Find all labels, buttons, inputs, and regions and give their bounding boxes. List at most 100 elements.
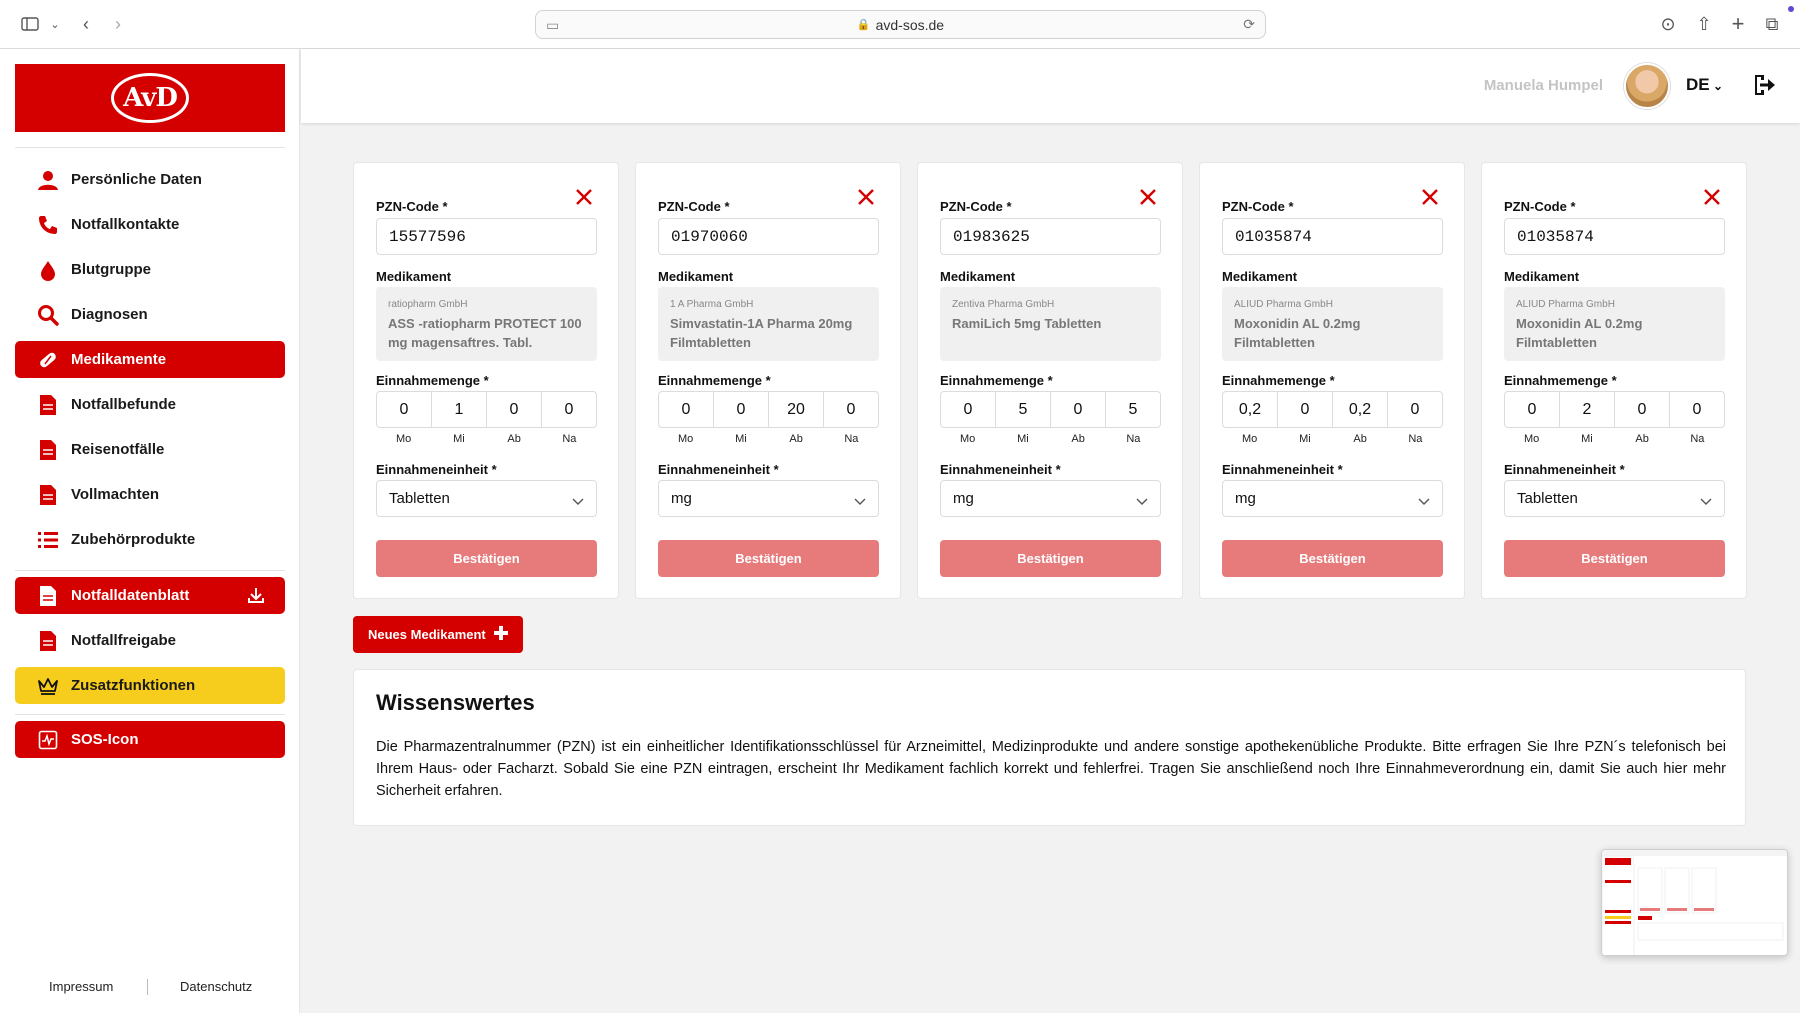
amount-morning-input[interactable]: 0 xyxy=(659,392,714,427)
amount-morning-input[interactable]: 0 xyxy=(377,392,432,427)
close-icon[interactable] xyxy=(1138,187,1158,207)
amount-night-input[interactable]: 0 xyxy=(1670,392,1724,427)
confirm-button[interactable]: Bestätigen xyxy=(1222,540,1443,577)
amount-morning-input[interactable]: 0,2 xyxy=(1223,392,1278,427)
amount-night-input[interactable]: 0 xyxy=(1388,392,1442,427)
einnahmemenge-label: Einnahmemenge * xyxy=(376,373,489,388)
day-labels: Mo Mi Ab Na xyxy=(376,433,597,445)
pzn-label: PZN-Code * xyxy=(1504,199,1576,214)
avatar[interactable] xyxy=(1624,63,1670,109)
sidebar-item-notfallbefunde[interactable]: Notfallbefunde xyxy=(15,386,285,423)
pzn-input[interactable] xyxy=(1504,218,1725,255)
pzn-input[interactable] xyxy=(1222,218,1443,255)
sidebar-item-label: Reisenotfälle xyxy=(71,441,165,458)
medication-info: Zentiva Pharma GmbH RamiLich 5mg Tablett… xyxy=(940,287,1161,361)
new-medication-button[interactable]: Neues Medikament xyxy=(353,616,523,653)
confirm-button[interactable]: Bestätigen xyxy=(940,540,1161,577)
unit-select[interactable]: mg xyxy=(1222,480,1443,517)
amount-night-input[interactable]: 0 xyxy=(542,392,596,427)
document-icon xyxy=(35,392,61,418)
amount-inputs: 0,2 0 0,2 0 xyxy=(1222,391,1443,428)
forward-icon[interactable]: › xyxy=(106,12,130,36)
amount-inputs: 0 1 0 0 xyxy=(376,391,597,428)
impressum-link[interactable]: Impressum xyxy=(49,979,113,994)
chevron-down-icon xyxy=(854,493,866,510)
day-label: Mi xyxy=(1017,433,1029,445)
datenschutz-link[interactable]: Datenschutz xyxy=(180,979,252,994)
sidebar-item-label: Vollmachten xyxy=(71,486,160,503)
unit-select[interactable]: mg xyxy=(940,480,1161,517)
day-labels: Mo Mi Ab Na xyxy=(1222,433,1443,445)
sidebar-item-zubehoerprodukte[interactable]: Zubehörprodukte xyxy=(15,521,285,558)
einnahmeeinheit-label: Einnahmeneinheit * xyxy=(1504,462,1625,477)
logo[interactable]: AvD xyxy=(15,64,285,132)
unit-value: mg xyxy=(1235,490,1256,507)
amount-midday-input[interactable]: 5 xyxy=(996,392,1051,427)
share-icon[interactable]: ⇧ xyxy=(1692,12,1716,36)
unit-select[interactable]: mg xyxy=(658,480,879,517)
close-icon[interactable] xyxy=(856,187,876,207)
amount-evening-input[interactable]: 0,2 xyxy=(1333,392,1388,427)
pzn-input[interactable] xyxy=(940,218,1161,255)
document-icon xyxy=(35,482,61,508)
chevron-down-icon xyxy=(572,493,584,510)
tabs-overview-icon[interactable]: ⧉ xyxy=(1760,12,1784,36)
confirm-button[interactable]: Bestätigen xyxy=(1504,540,1725,577)
divider xyxy=(15,570,285,571)
medikament-label: Medikament xyxy=(376,269,452,284)
language-selector[interactable]: DE ⌄ xyxy=(1686,75,1723,95)
einnahmeeinheit-label: Einnahmeneinheit * xyxy=(376,462,497,477)
amount-evening-input[interactable]: 0 xyxy=(1051,392,1106,427)
manufacturer: Zentiva Pharma GmbH xyxy=(952,299,1055,310)
sidebar-toggle-icon[interactable] xyxy=(18,12,42,36)
amount-midday-input[interactable]: 0 xyxy=(714,392,769,427)
close-icon[interactable] xyxy=(1420,187,1440,207)
sidebar-item-zusatzfunktionen[interactable]: Zusatzfunktionen xyxy=(15,667,285,704)
medication-name: Moxonidin AL 0.2mg Filmtabletten xyxy=(1516,316,1643,350)
amount-morning-input[interactable]: 0 xyxy=(941,392,996,427)
sidebar-item-label: Zusatzfunktionen xyxy=(71,677,196,694)
medication-info: ALIUD Pharma GmbH Moxonidin AL 0.2mg Fil… xyxy=(1222,287,1443,361)
sidebar-item-notfalldatenblatt[interactable]: Notfalldatenblatt xyxy=(15,577,285,614)
download-icon[interactable] xyxy=(247,586,265,608)
amount-midday-input[interactable]: 1 xyxy=(432,392,487,427)
list-icon xyxy=(35,527,61,553)
sidebar-item-notfallfreigabe[interactable]: Notfallfreigabe xyxy=(15,622,285,659)
sidebar-item-sos-icon[interactable]: SOS-Icon xyxy=(15,721,285,758)
close-icon[interactable] xyxy=(574,187,594,207)
unit-select[interactable]: Tabletten xyxy=(376,480,597,517)
pzn-input[interactable] xyxy=(376,218,597,255)
sidebar-item-label: Notfallfreigabe xyxy=(71,632,177,649)
amount-morning-input[interactable]: 0 xyxy=(1505,392,1560,427)
reload-icon[interactable]: ⟳ xyxy=(1243,16,1255,33)
amount-night-input[interactable]: 0 xyxy=(824,392,878,427)
sidebar-item-diagnosen[interactable]: Diagnosen xyxy=(15,296,285,333)
close-icon[interactable] xyxy=(1702,187,1722,207)
sidebar-item-notfallkontakte[interactable]: Notfallkontakte xyxy=(15,206,285,243)
download-icon[interactable]: ⊙ xyxy=(1656,12,1680,36)
address-bar[interactable]: ▭ 🔒 avd-sos.de ⟳ xyxy=(535,10,1266,39)
sos-icon xyxy=(35,727,61,753)
amount-midday-input[interactable]: 0 xyxy=(1278,392,1333,427)
manufacturer: ALIUD Pharma GmbH xyxy=(1234,299,1333,310)
back-icon[interactable]: ‹ xyxy=(74,12,98,36)
unit-select[interactable]: Tabletten xyxy=(1504,480,1725,517)
confirm-button[interactable]: Bestätigen xyxy=(658,540,879,577)
amount-evening-input[interactable]: 20 xyxy=(769,392,824,427)
confirm-button[interactable]: Bestätigen xyxy=(376,540,597,577)
sidebar-item-medikamente[interactable]: Medikamente xyxy=(15,341,285,378)
sidebar-item-reisenotfaelle[interactable]: Reisenotfälle xyxy=(15,431,285,468)
amount-midday-input[interactable]: 2 xyxy=(1560,392,1615,427)
pzn-input[interactable] xyxy=(658,218,879,255)
amount-evening-input[interactable]: 0 xyxy=(1615,392,1670,427)
sidebar-item-persoenliche-daten[interactable]: Persönliche Daten xyxy=(15,161,285,198)
pzn-label: PZN-Code * xyxy=(658,199,730,214)
chevron-down-icon[interactable]: ⌄ xyxy=(43,12,67,36)
new-tab-icon[interactable]: + xyxy=(1726,11,1750,36)
sidebar-item-vollmachten[interactable]: Vollmachten xyxy=(15,476,285,513)
amount-evening-input[interactable]: 0 xyxy=(487,392,542,427)
sidebar-item-blutgruppe[interactable]: Blutgruppe xyxy=(15,251,285,288)
amount-night-input[interactable]: 5 xyxy=(1106,392,1160,427)
screenshot-thumbnail[interactable] xyxy=(1601,849,1788,956)
logout-icon[interactable] xyxy=(1752,73,1776,102)
